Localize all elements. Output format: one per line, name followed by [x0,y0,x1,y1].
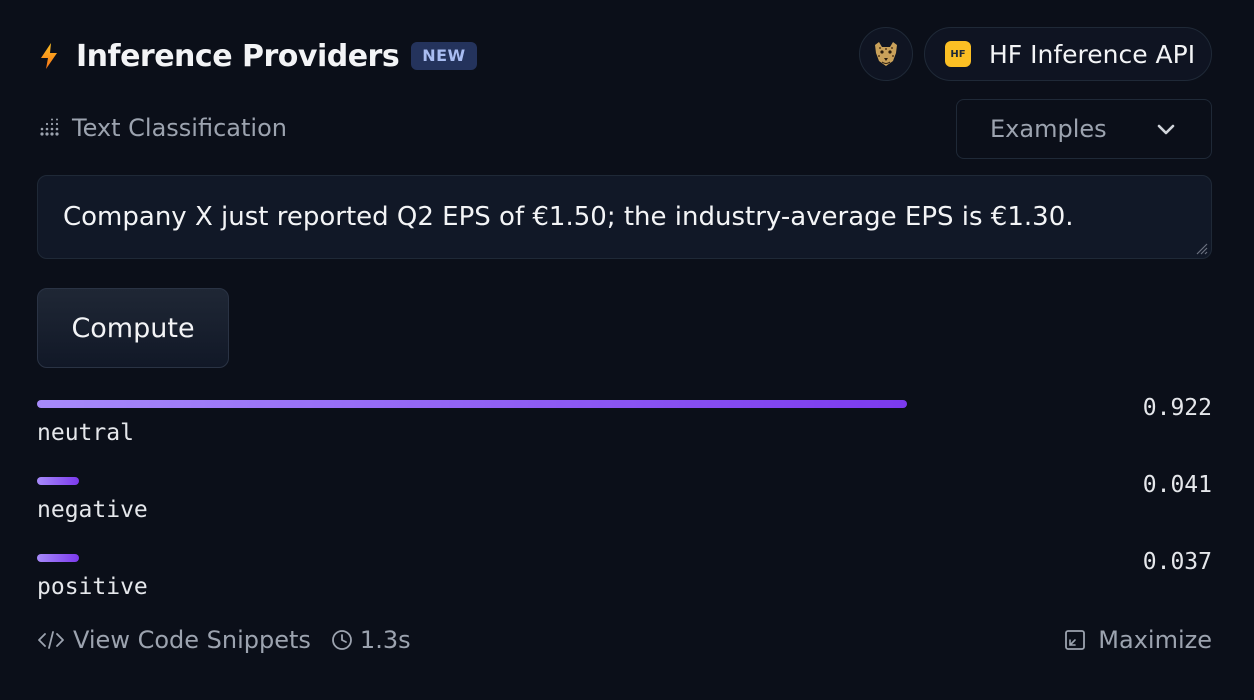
widget-title: Inference Providers [76,38,400,74]
text-classification-icon [40,118,59,136]
maximize-button[interactable]: Maximize [1064,622,1212,658]
provider-selector[interactable]: HF HF Inference API [924,27,1212,81]
hf-icon: HF [945,41,971,67]
task-type: Text Classification [38,110,287,146]
result-label: neutral [37,420,134,446]
new-badge: NEW [411,42,477,70]
task-label: Text Classification [72,114,287,142]
lightning-bolt-icon [41,43,57,69]
widget-header: Inference Providers NEW [38,34,477,78]
result-bar-track [37,400,1127,408]
view-code-snippets-link[interactable]: View Code Snippets [73,626,311,654]
result-row: neutral 0.922 [37,395,1212,460]
clock-icon [332,630,352,650]
result-label: positive [37,574,148,600]
result-bar-track [37,554,1127,562]
examples-dropdown[interactable]: Examples [956,99,1212,159]
examples-label: Examples [990,115,1107,143]
maximize-label: Maximize [1098,626,1212,654]
inference-widget: Inference Providers NEW HF HF Inference … [0,0,1254,700]
provider-name: HF Inference API [989,39,1196,69]
maximize-icon [1065,630,1086,650]
result-row: positive 0.037 [37,549,1212,614]
chevron-down-icon [1157,124,1175,135]
compute-button[interactable]: Compute [37,288,229,368]
footer-actions: View Code Snippets 1.3s [37,622,411,658]
score-bar [37,477,79,485]
result-score: 0.041 [1142,472,1212,498]
result-score: 0.037 [1142,549,1212,575]
text-input[interactable]: Company X just reported Q2 EPS of €1.50;… [37,175,1212,259]
code-icon [38,631,64,649]
result-row: negative 0.041 [37,472,1212,537]
compute-time: 1.3s [359,626,411,654]
result-bar-track [37,477,1127,485]
result-label: negative [37,497,148,523]
resize-handle-icon[interactable] [1192,239,1208,255]
score-bar [37,554,79,562]
text-input-value: Company X just reported Q2 EPS of €1.50;… [63,202,1074,232]
cheetah-icon [875,42,897,66]
score-bar [37,400,907,408]
provider-logo-button[interactable] [859,27,913,81]
result-score: 0.922 [1142,395,1212,421]
